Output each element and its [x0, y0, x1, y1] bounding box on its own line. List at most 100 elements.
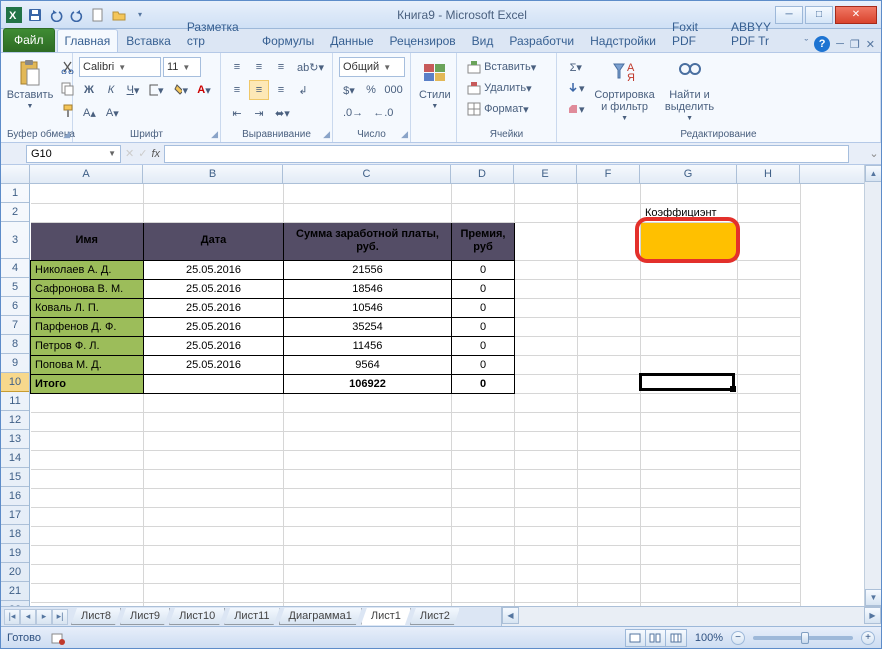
cell[interactable]	[31, 431, 144, 450]
cell[interactable]	[578, 412, 641, 431]
cell[interactable]	[578, 469, 641, 488]
cell[interactable]: Коэффициэнт	[641, 203, 738, 222]
sheet-tab-Лист8[interactable]: Лист8	[71, 608, 121, 625]
cell[interactable]: Сафронова В. М.	[31, 279, 144, 298]
row-8[interactable]: 8	[1, 335, 29, 354]
cell[interactable]	[31, 507, 144, 526]
cell[interactable]	[284, 507, 452, 526]
sheet-tab-Лист1[interactable]: Лист1	[361, 608, 411, 625]
cell[interactable]	[578, 317, 641, 336]
percent-icon[interactable]: %	[361, 80, 381, 100]
cell[interactable]	[738, 469, 801, 488]
vertical-scrollbar[interactable]: ▲ ▼	[864, 165, 881, 606]
cell[interactable]	[31, 583, 144, 602]
decrease-indent-icon[interactable]: ⇤	[227, 103, 247, 123]
cell[interactable]	[144, 469, 284, 488]
underline-button[interactable]: Ч▾	[123, 80, 143, 100]
cell[interactable]	[515, 507, 578, 526]
save-icon[interactable]	[26, 6, 44, 24]
grid[interactable]: КоэффициэнтИмяДатаСумма заработной платы…	[30, 184, 864, 606]
cell[interactable]	[738, 203, 801, 222]
select-all-button[interactable]	[1, 165, 30, 183]
cell[interactable]: Итого	[31, 374, 144, 393]
zoom-out-icon[interactable]: −	[731, 631, 745, 645]
cell[interactable]	[284, 431, 452, 450]
row-1[interactable]: 1	[1, 184, 29, 203]
cell[interactable]	[515, 469, 578, 488]
cell[interactable]	[641, 412, 738, 431]
cell[interactable]	[738, 393, 801, 412]
cell[interactable]	[144, 431, 284, 450]
cell[interactable]	[144, 374, 284, 393]
cell[interactable]	[738, 450, 801, 469]
cell[interactable]: 25.05.2016	[144, 260, 284, 279]
cell[interactable]: 25.05.2016	[144, 355, 284, 374]
cell[interactable]	[641, 317, 738, 336]
cell[interactable]	[515, 583, 578, 602]
increase-indent-icon[interactable]: ⇥	[249, 103, 269, 123]
cell[interactable]	[515, 374, 578, 393]
last-sheet-icon[interactable]: ▸|	[52, 609, 68, 625]
mdi-minimize-icon[interactable]: ─	[836, 38, 844, 50]
row-9[interactable]: 9	[1, 354, 29, 373]
cell[interactable]	[31, 469, 144, 488]
cell[interactable]	[515, 184, 578, 203]
cell[interactable]	[578, 507, 641, 526]
cell[interactable]	[452, 545, 515, 564]
cell[interactable]	[144, 583, 284, 602]
cell[interactable]	[284, 583, 452, 602]
cell[interactable]	[31, 602, 144, 606]
insert-cells-button[interactable]: Вставить▾	[463, 57, 550, 77]
cell[interactable]	[738, 602, 801, 606]
cell[interactable]	[515, 526, 578, 545]
cell[interactable]	[578, 602, 641, 606]
col-C[interactable]: C	[283, 165, 451, 183]
cell[interactable]: 0	[452, 336, 515, 355]
italic-button[interactable]: К	[101, 80, 121, 100]
tab-Рецензиров[interactable]: Рецензиров	[382, 29, 464, 52]
align-top-icon[interactable]: ≡	[227, 57, 247, 77]
sort-filter-button[interactable]: АЯ Сортировка и фильтр▼	[593, 57, 657, 124]
cell[interactable]	[144, 488, 284, 507]
cell[interactable]	[641, 507, 738, 526]
cell[interactable]: Премия, руб	[452, 222, 515, 260]
tab-Данные[interactable]: Данные	[322, 29, 381, 52]
cell[interactable]: Николаев А. Д.	[31, 260, 144, 279]
cell[interactable]	[738, 526, 801, 545]
qat-more-icon[interactable]: ▾	[131, 6, 149, 24]
cell[interactable]: 21556	[284, 260, 452, 279]
cell[interactable]	[284, 564, 452, 583]
new-icon[interactable]	[89, 6, 107, 24]
tab-Разметка стр[interactable]: Разметка стр	[179, 15, 254, 52]
cell[interactable]: Попова М. Д.	[31, 355, 144, 374]
cell[interactable]	[738, 355, 801, 374]
currency-icon[interactable]: $▾	[339, 80, 359, 100]
font-name-combo[interactable]: Calibri▼	[79, 57, 161, 77]
row-7[interactable]: 7	[1, 316, 29, 335]
col-D[interactable]: D	[451, 165, 514, 183]
cell[interactable]	[641, 355, 738, 374]
tab-Разработчи[interactable]: Разработчи	[501, 29, 582, 52]
tab-Главная[interactable]: Главная	[57, 29, 119, 52]
cell[interactable]	[284, 488, 452, 507]
tab-Вставка[interactable]: Вставка	[118, 29, 179, 52]
cell[interactable]	[144, 450, 284, 469]
cell[interactable]	[641, 526, 738, 545]
cell[interactable]	[641, 564, 738, 583]
cell[interactable]	[515, 279, 578, 298]
cell[interactable]	[578, 184, 641, 203]
cell[interactable]	[578, 374, 641, 393]
cancel-formula-icon[interactable]: ✕	[125, 147, 134, 160]
cell[interactable]	[284, 602, 452, 606]
cell[interactable]	[452, 564, 515, 583]
cell[interactable]	[738, 583, 801, 602]
cell[interactable]	[515, 203, 578, 222]
fill-button[interactable]: ▾	[563, 78, 589, 98]
tab-ABBYY PDF Tr[interactable]: ABBYY PDF Tr	[723, 15, 804, 52]
cell[interactable]	[641, 393, 738, 412]
row-18[interactable]: 18	[1, 525, 29, 544]
zoom-slider[interactable]	[753, 636, 853, 640]
cell[interactable]: 25.05.2016	[144, 336, 284, 355]
cell[interactable]	[31, 203, 144, 222]
row-19[interactable]: 19	[1, 544, 29, 563]
